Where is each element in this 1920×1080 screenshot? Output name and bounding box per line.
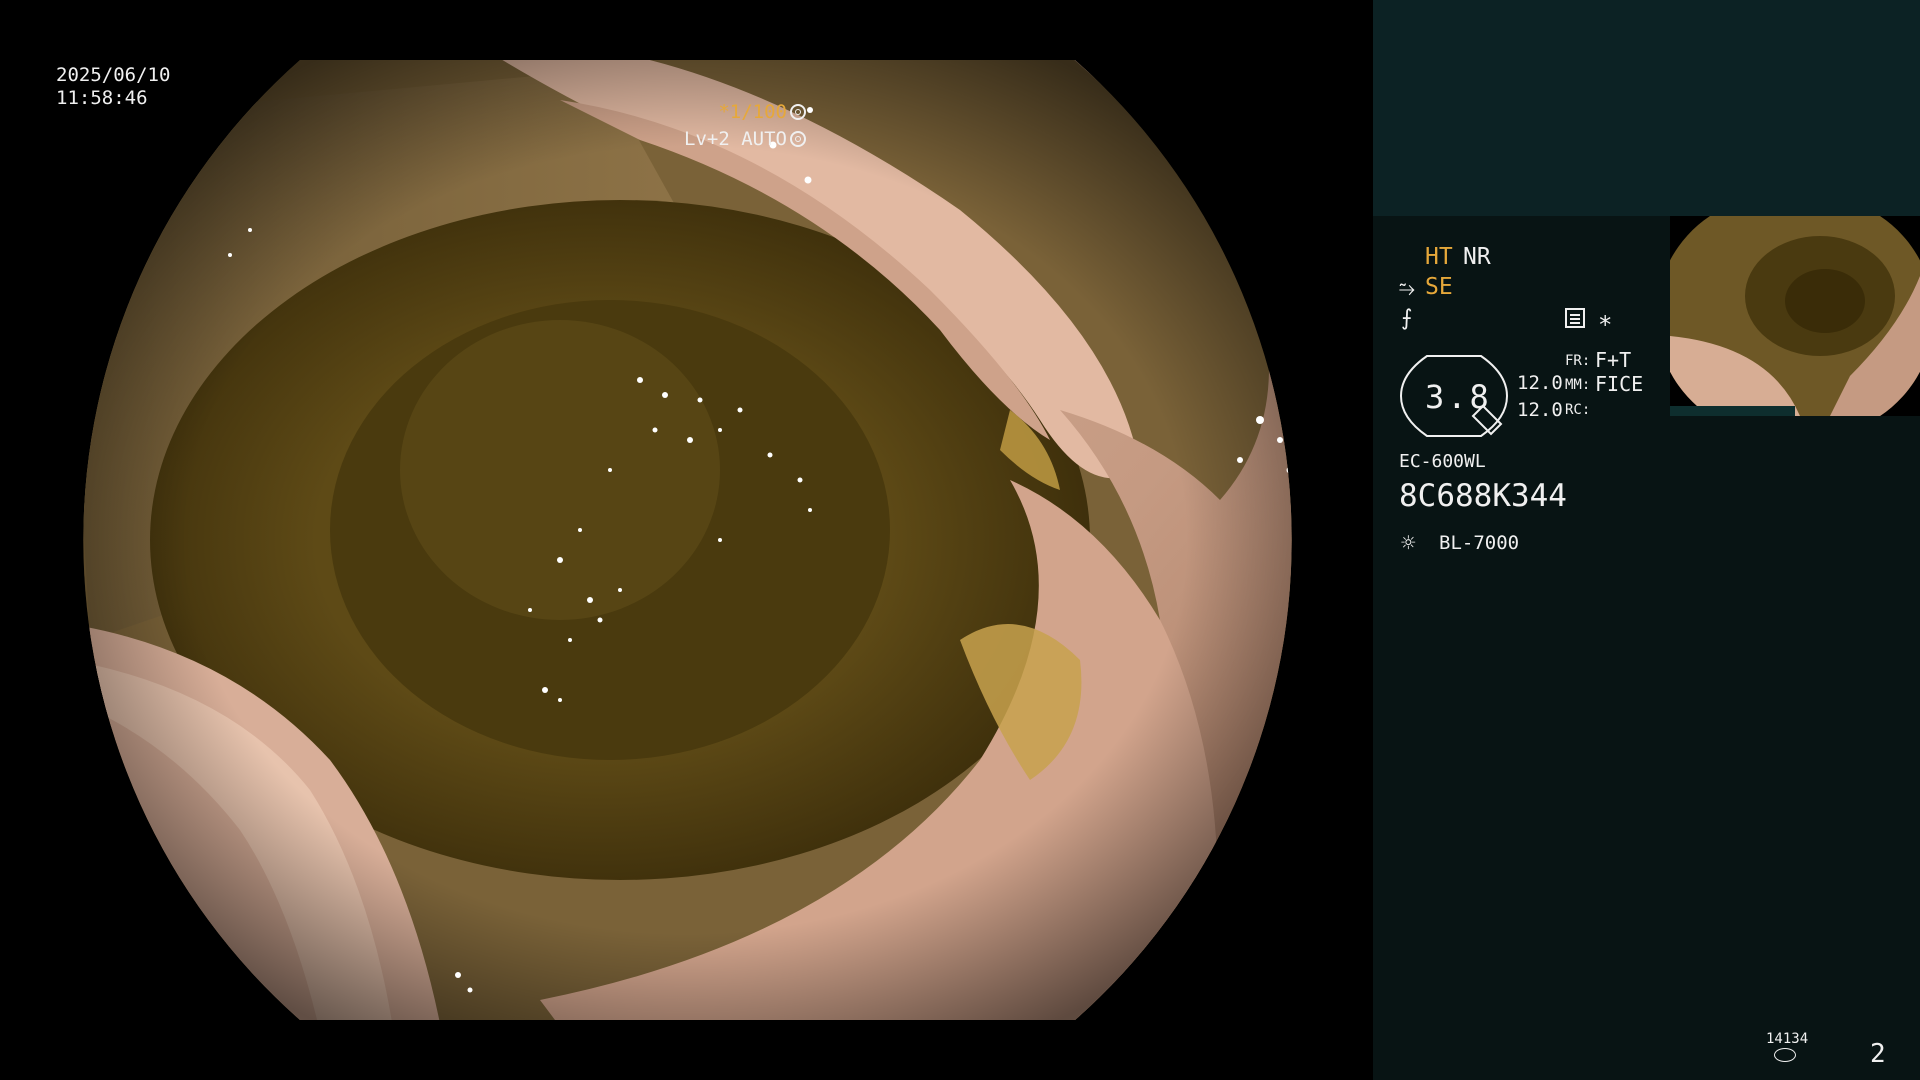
- sun-icon: ☼: [1401, 529, 1416, 557]
- colon-endoscopic-image: [83, 60, 1292, 1020]
- iris-icon: [790, 131, 806, 147]
- endoscope-image-area: 2025/06/10 11:58:46 *1/100 Lv+2 AUTO: [0, 0, 1373, 1080]
- aperture-icon: [790, 104, 806, 120]
- mm-value: FICE: [1595, 372, 1644, 396]
- exposure-overlay: *1/100 Lv+2 AUTO: [684, 99, 806, 153]
- serial-number: 8C688K344: [1399, 478, 1567, 514]
- captured-thumbnail[interactable]: [1670, 216, 1920, 416]
- scope-model: EC-600WL: [1399, 451, 1486, 472]
- shutter-speed-text: *1/100: [718, 101, 787, 123]
- fr-value: F+T: [1595, 348, 1632, 372]
- se-icon: ⥲: [1399, 276, 1415, 300]
- time-text: 11:58:46: [56, 87, 148, 109]
- endoscopy-monitor: 2025/06/10 11:58:46 *1/100 Lv+2 AUTO HT …: [0, 0, 1920, 1080]
- panel-header-area: [1373, 0, 1920, 216]
- nr-indicator: NR: [1463, 244, 1491, 270]
- page-number: 2: [1870, 1039, 1886, 1069]
- f-icon: ⨍: [1401, 306, 1413, 331]
- image-counter: 14134: [1766, 1031, 1809, 1047]
- mm-label: MM:: [1565, 377, 1591, 393]
- disk-icon: [1774, 1048, 1796, 1062]
- thumbnail-image: [1670, 216, 1920, 416]
- setting-value-1: 12.0: [1517, 372, 1563, 394]
- star-icon: ∗: [1598, 306, 1613, 334]
- datetime-overlay: 2025/06/10 11:58:46: [56, 64, 170, 110]
- zoom-value: 3.8: [1425, 378, 1492, 416]
- se-indicator: SE: [1425, 274, 1453, 300]
- rc-label: RC:: [1565, 402, 1591, 418]
- menu-icon: [1565, 308, 1585, 328]
- setting-value-2: 12.0: [1517, 399, 1563, 421]
- fr-label: FR:: [1565, 353, 1591, 369]
- ht-indicator: HT: [1425, 244, 1453, 270]
- light-source: BL-7000: [1439, 532, 1520, 554]
- date-text: 2025/06/10: [56, 64, 171, 86]
- iris-mode-text: Lv+2 AUTO: [684, 128, 787, 150]
- thumbnail-bar: [1670, 406, 1795, 416]
